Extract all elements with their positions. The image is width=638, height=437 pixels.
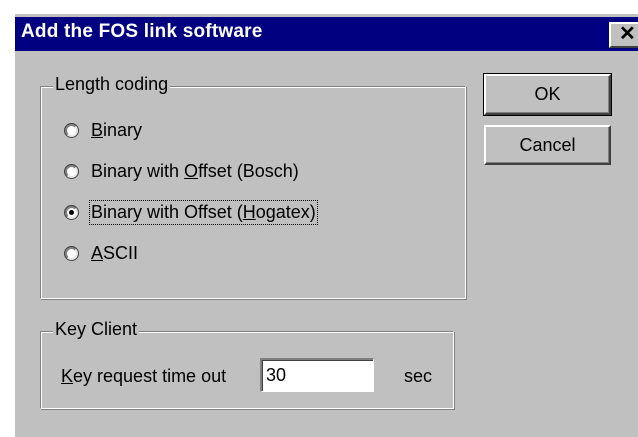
radio-button-icon[interactable] <box>65 246 78 260</box>
radio-binary-offset-hogatex-label: Binary with Offset (Hogatex) <box>89 199 318 225</box>
dialog-window: Add the FOS link software ✕ Length codin… <box>13 12 638 437</box>
ok-button[interactable]: OK <box>483 73 612 116</box>
radio-binary-offset-bosch-label: Binary with Offset (Bosch) <box>91 160 299 181</box>
radio-binary-offset-bosch[interactable]: Binary with Offset (Bosch) <box>65 158 299 184</box>
timeout-unit-label: sec <box>404 366 433 386</box>
radio-binary[interactable]: Binary <box>65 117 142 143</box>
key-client-group: Key Client Key request time out sec <box>40 319 454 409</box>
radio-ascii-label: ASCII <box>91 242 139 263</box>
window-title: Add the FOS link software <box>21 21 263 42</box>
key-client-label: Key Client <box>53 319 140 340</box>
cancel-button[interactable]: Cancel <box>484 125 611 165</box>
radio-binary-label: Binary <box>91 119 143 140</box>
key-request-timeout-label: Key request time out <box>61 366 227 386</box>
radio-button-icon[interactable] <box>65 123 78 137</box>
radio-binary-offset-hogatex[interactable]: Binary with Offset (Hogatex) <box>65 199 318 225</box>
radio-button-icon[interactable] <box>65 164 78 178</box>
key-request-timeout-input[interactable] <box>260 358 374 392</box>
radio-button-checked-icon[interactable] <box>65 205 78 219</box>
close-icon[interactable]: ✕ <box>609 22 638 48</box>
length-coding-group: Length coding Binary Binary with Offset … <box>40 74 466 299</box>
length-coding-label: Length coding <box>53 74 171 95</box>
radio-ascii[interactable]: ASCII <box>65 240 138 266</box>
title-bar[interactable]: Add the FOS link software ✕ <box>15 17 638 51</box>
